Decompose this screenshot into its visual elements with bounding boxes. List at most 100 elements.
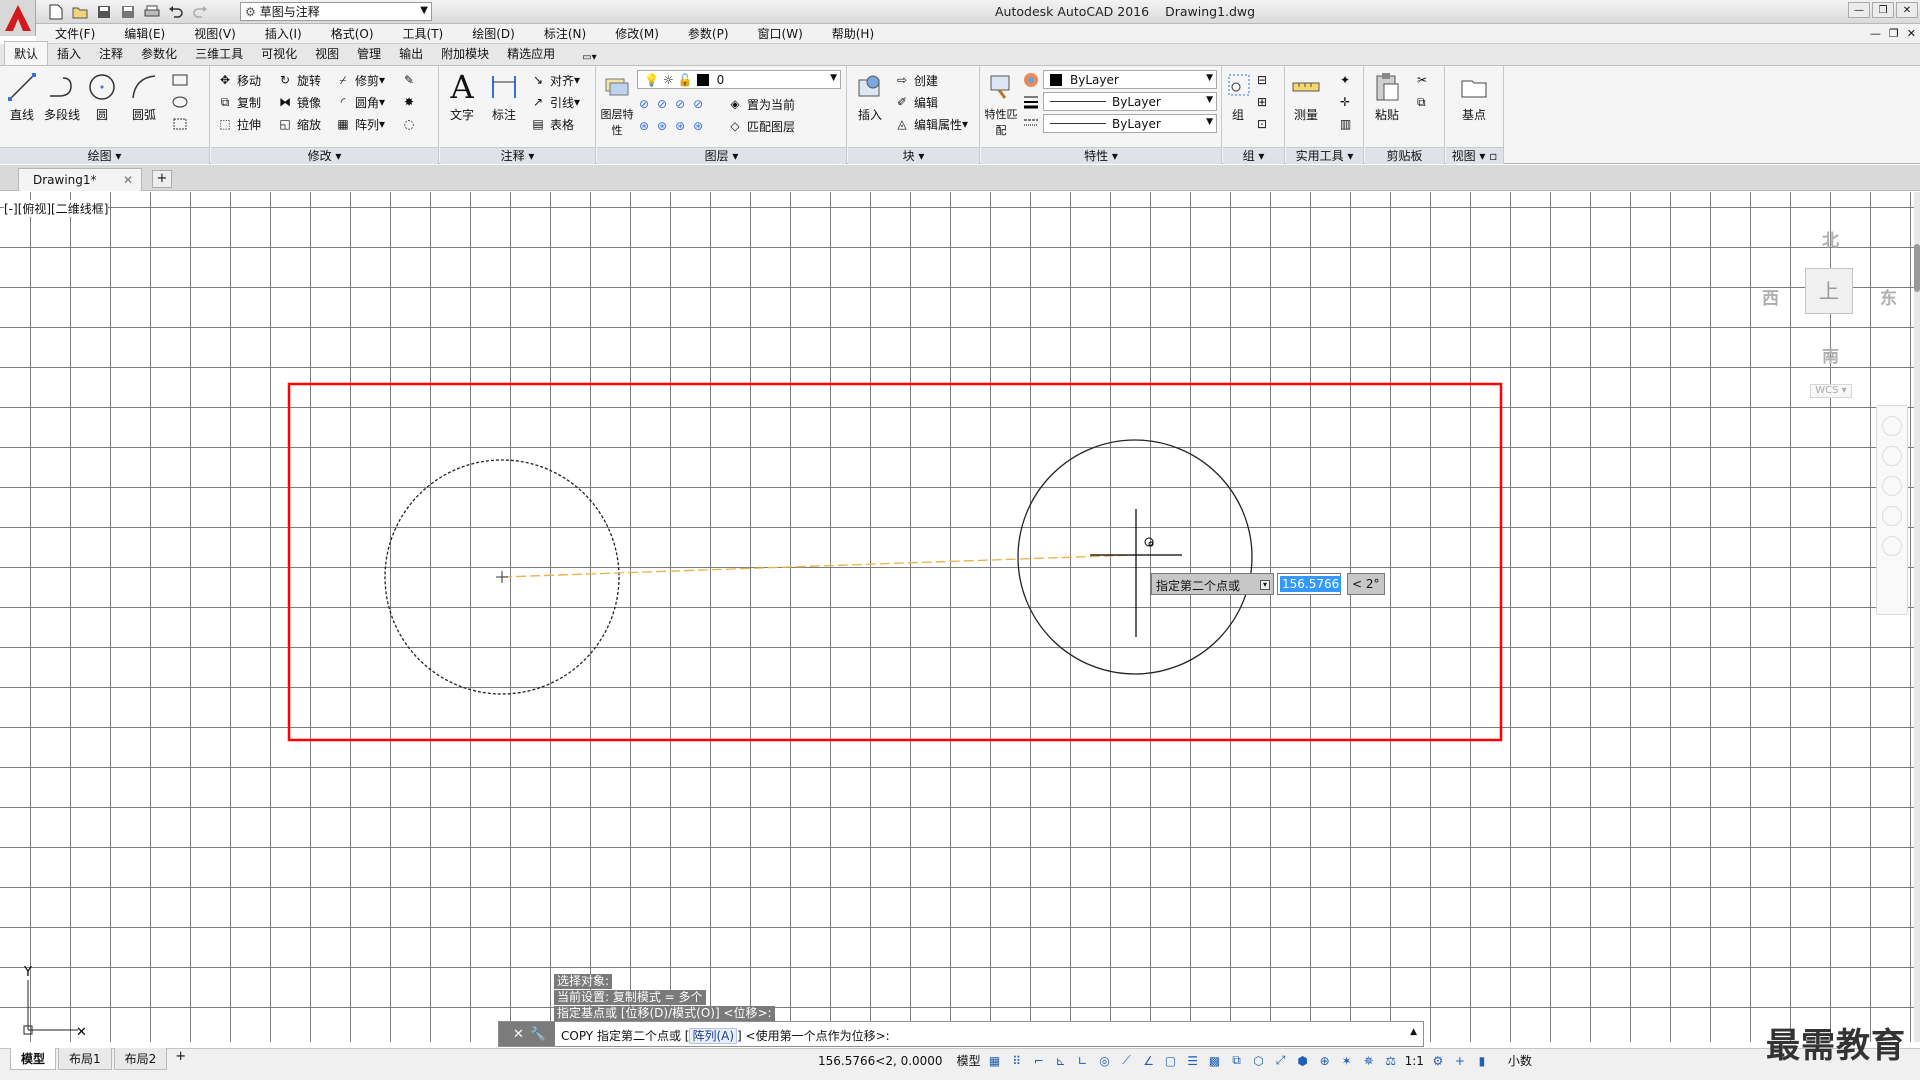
annotation-monitor-icon[interactable]: ▮ — [1474, 1053, 1490, 1069]
menu-edit[interactable]: 编辑(E) — [105, 25, 175, 42]
dynamic-ucs-icon[interactable]: ⤢ — [1273, 1053, 1289, 1069]
panel-properties-title[interactable]: 特性 ▾ — [981, 147, 1221, 164]
erase-button[interactable]: ✎ — [401, 70, 421, 90]
point-style-icon[interactable]: ✛ — [1340, 92, 1350, 112]
cut-icon[interactable]: ✂ — [1417, 70, 1427, 90]
lineweight-dropdown[interactable]: ByLayer ▼ — [1043, 92, 1217, 111]
selection-cycling-icon[interactable]: ⧉ — [1229, 1053, 1245, 1069]
insert-block-button[interactable]: 插入 — [850, 70, 890, 123]
annotation-scale-icon[interactable]: ⚖ — [1383, 1053, 1399, 1069]
snap-icon[interactable]: ⠿ — [1009, 1053, 1025, 1069]
annotation-scale-value[interactable]: 1:1 — [1405, 1054, 1424, 1068]
gizmo-icon[interactable]: ⊕ — [1317, 1053, 1333, 1069]
menu-window[interactable]: 窗口(W) — [739, 25, 813, 42]
isodraft-icon[interactable]: ⟋ — [1119, 1053, 1135, 1069]
panel-block-title[interactable]: 块 ▾ — [848, 147, 979, 164]
region-tool-icon[interactable] — [172, 114, 190, 134]
linetype-icon[interactable] — [1023, 114, 1039, 134]
scrollbar-thumb[interactable] — [1914, 244, 1920, 292]
tab-addins[interactable]: 附加模块 — [432, 42, 498, 65]
auto-scale-icon[interactable]: ✵ — [1361, 1053, 1377, 1069]
menu-view[interactable]: 视图(V) — [175, 25, 246, 42]
panel-groups-title[interactable]: 组 ▾ — [1223, 147, 1284, 164]
command-history-toggle-icon[interactable]: ▲ — [1410, 1027, 1417, 1037]
pan-icon[interactable] — [1882, 446, 1902, 466]
object-snap-tracking-icon[interactable]: ∠ — [1141, 1053, 1157, 1069]
selection-filter-icon[interactable]: ⬢ — [1295, 1053, 1311, 1069]
tab-annotate[interactable]: 注释 — [90, 42, 132, 65]
redo-icon[interactable] — [190, 3, 210, 21]
menu-help[interactable]: 帮助(H) — [813, 25, 884, 42]
annotation-visibility-icon[interactable]: ✶ — [1339, 1053, 1355, 1069]
undo-icon[interactable] — [166, 3, 186, 21]
tab-model[interactable]: 模型 — [10, 1048, 57, 1070]
menu-format[interactable]: 格式(O) — [312, 25, 384, 42]
coordinate-readout[interactable]: 156.5766<2, 0.0000 — [818, 1054, 943, 1068]
move-button[interactable]: ✥ 移动 — [217, 70, 261, 90]
file-tab-drawing1[interactable]: Drawing1* ✕ — [18, 168, 142, 191]
lineweight-toggle-icon[interactable]: ☰ — [1185, 1053, 1201, 1069]
menu-file[interactable]: 文件(F) — [36, 25, 105, 42]
tab-insert[interactable]: 插入 — [48, 42, 90, 65]
save-icon[interactable] — [94, 3, 114, 21]
match-layer-button[interactable]: ◇ 匹配图层 — [727, 116, 795, 136]
tab-3d-tools[interactable]: 三维工具 — [186, 42, 252, 65]
rotate-button[interactable]: ↻ 旋转 — [277, 70, 321, 90]
vertical-scrollbar[interactable] — [1914, 192, 1920, 1042]
tab-view[interactable]: 视图 — [306, 42, 348, 65]
command-line[interactable]: ✕ 🔧 COPY 指定第二个点或 [阵列(A)] <使用第一个点作为位移>: ▲ — [498, 1021, 1424, 1047]
align-button[interactable]: ↘ 对齐 ▾ — [530, 70, 580, 90]
menu-insert[interactable]: 插入(I) — [246, 25, 312, 42]
add-icon[interactable]: + — [1452, 1053, 1468, 1069]
layer-tools-row1[interactable]: ⊘⊘⊘⊘ — [639, 94, 711, 114]
workspace-switch-gear-icon[interactable]: ⚙ — [1430, 1053, 1446, 1069]
lineweight-icon[interactable] — [1023, 92, 1039, 112]
color-dropdown[interactable]: ByLayer ▼ — [1043, 70, 1217, 89]
customize-wrench-icon[interactable]: 🔧 — [530, 1027, 546, 1042]
array-button[interactable]: ▦ 阵列 ▾ — [335, 114, 385, 134]
command-prompt[interactable]: COPY 指定第二个点或 [阵列(A)] <使用第一个点作为位移>: — [561, 1027, 890, 1044]
trim-button[interactable]: ⌿ 修剪 ▾ — [335, 70, 385, 90]
menu-draw[interactable]: 绘图(D) — [453, 25, 525, 42]
menu-modify[interactable]: 修改(M) — [596, 25, 669, 42]
leader-button[interactable]: ↗ 引线 ▾ — [530, 92, 580, 112]
viewcube-west[interactable]: 西 — [1762, 284, 1779, 309]
restore-button[interactable]: ❐ — [1872, 2, 1894, 18]
dimension-tool-button[interactable]: 标注 — [484, 70, 524, 123]
color-wheel-icon[interactable] — [1023, 70, 1039, 90]
set-current-layer-button[interactable]: ◈ 置为当前 — [727, 94, 795, 114]
scale-button[interactable]: ◱ 缩放 — [277, 114, 321, 134]
tab-output[interactable]: 输出 — [390, 42, 432, 65]
polar-tracking-icon[interactable]: ◎ — [1097, 1053, 1113, 1069]
new-tab-button[interactable]: + — [152, 170, 172, 188]
group-edit-icon[interactable]: ⊞ — [1257, 92, 1267, 112]
viewcube-east[interactable]: 东 — [1880, 284, 1897, 309]
paste-button[interactable]: 粘贴 — [1367, 70, 1407, 123]
panel-annotation-title[interactable]: 注释 ▾ — [440, 147, 595, 164]
options-dropdown-icon[interactable]: ▾ — [1260, 580, 1270, 590]
edit-attributes-button[interactable]: ◬ 编辑属性 ▾ — [894, 114, 968, 134]
3d-osnap-icon[interactable]: ⬡ — [1251, 1053, 1267, 1069]
wcs-menu[interactable]: WCS ▾ — [1810, 384, 1852, 398]
layer-properties-button[interactable]: 图层特性 — [599, 70, 635, 138]
array-option-link[interactable]: 阵列(A) — [689, 1028, 738, 1044]
menu-tools[interactable]: 工具(T) — [384, 25, 454, 42]
orbit-icon[interactable] — [1882, 506, 1902, 526]
layer-dropdown[interactable]: 💡 ☼ 🔓 0 ▼ — [637, 70, 841, 89]
close-command-icon[interactable]: ✕ — [513, 1027, 524, 1042]
showmotion-icon[interactable] — [1882, 536, 1902, 556]
stretch-button[interactable]: ⬚ 拉伸 — [217, 114, 261, 134]
fillet-button[interactable]: ◜ 圆角 ▾ — [335, 92, 385, 112]
explode-button[interactable]: ✸ — [401, 92, 421, 112]
doc-restore-button[interactable]: ❐ — [1889, 27, 1899, 40]
print-icon[interactable] — [142, 3, 162, 21]
panel-draw-title[interactable]: 绘图 ▾ — [0, 147, 209, 164]
tab-layout1[interactable]: 布局1 — [58, 1048, 112, 1070]
ungroup-icon[interactable]: ⊟ — [1257, 70, 1267, 90]
hatch-tool-icon[interactable] — [172, 92, 190, 112]
units-value[interactable]: 小数 — [1508, 1052, 1532, 1069]
menu-dimension[interactable]: 标注(N) — [525, 25, 596, 42]
application-menu-button[interactable] — [0, 0, 36, 36]
group-select-icon[interactable]: ⊡ — [1257, 114, 1267, 134]
viewcube-face[interactable]: 上 — [1805, 268, 1853, 314]
